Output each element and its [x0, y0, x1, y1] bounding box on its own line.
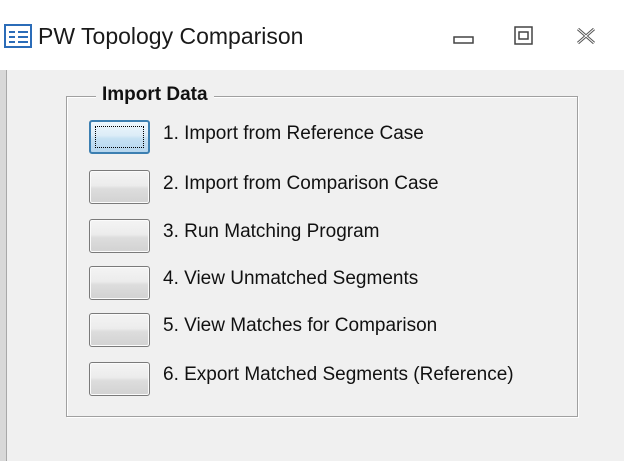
restore-button[interactable]: [511, 24, 537, 48]
application-window: PW Topology Comparison Import Data 1. Im…: [0, 0, 624, 461]
import-comparison-button[interactable]: [89, 170, 150, 204]
restore-icon: [514, 26, 533, 45]
view-unmatched-button[interactable]: [89, 266, 150, 300]
run-matching-button[interactable]: [89, 219, 150, 253]
import-reference-label: 1. Import from Reference Case: [163, 123, 424, 144]
minimize-button[interactable]: [451, 24, 477, 48]
view-matches-label: 5. View Matches for Comparison: [163, 315, 438, 336]
run-matching-label: 3. Run Matching Program: [163, 221, 380, 242]
close-button[interactable]: [573, 24, 599, 48]
import-reference-button[interactable]: [89, 120, 150, 154]
import-comparison-label: 2. Import from Comparison Case: [163, 173, 439, 194]
window-title: PW Topology Comparison: [38, 23, 304, 49]
group-legend: Import Data: [96, 80, 214, 110]
title-bar[interactable]: PW Topology Comparison: [0, 0, 624, 70]
focus-indicator: [95, 126, 144, 148]
form-icon[interactable]: [4, 24, 32, 48]
close-icon: [577, 27, 595, 45]
view-unmatched-label: 4. View Unmatched Segments: [163, 268, 419, 289]
export-matched-label: 6. Export Matched Segments (Reference): [163, 364, 514, 385]
minimize-icon: [453, 36, 474, 44]
window-frame-left: [0, 70, 7, 461]
export-matched-button[interactable]: [89, 362, 150, 396]
view-matches-button[interactable]: [89, 313, 150, 347]
